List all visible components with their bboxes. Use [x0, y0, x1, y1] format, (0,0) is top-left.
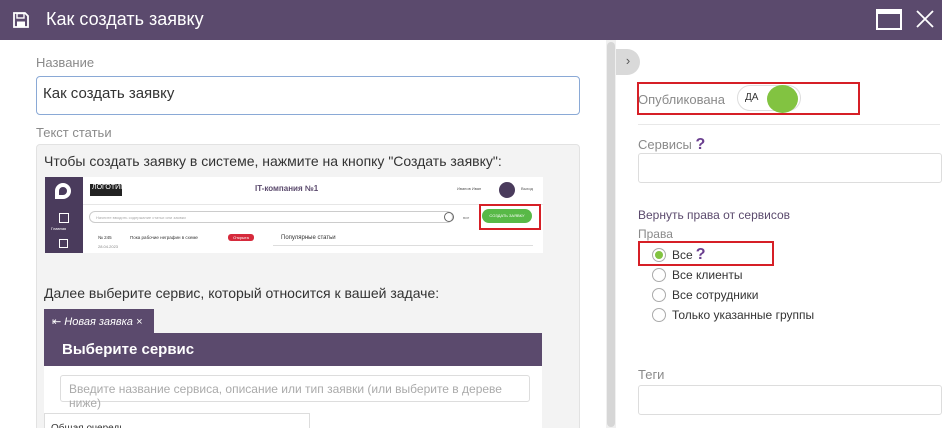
embedded-ticket-date: 28.04.2023	[98, 244, 119, 249]
embedded-tab-label: Новая заявка	[64, 316, 133, 328]
rights-option-label: Все клиенты	[672, 268, 743, 282]
embedded-side-label: Главная	[51, 226, 67, 231]
highlight-rights-all	[638, 241, 774, 266]
close-icon: ×	[132, 316, 143, 328]
search-icon	[444, 212, 454, 222]
embedded-exit-link: Выход	[521, 186, 533, 191]
radio-all-employees[interactable]	[652, 288, 666, 302]
return-rights-label: Вернуть права от сервисов	[638, 208, 791, 222]
avatar-icon	[499, 182, 515, 198]
rights-option-all-employees[interactable]: Все сотрудники	[652, 287, 758, 303]
article-text-label: Текст статьи	[36, 125, 112, 140]
tags-input[interactable]	[638, 385, 942, 415]
title-bar: Как создать заявку	[0, 0, 942, 40]
home-icon	[59, 213, 69, 223]
highlight-published	[637, 82, 860, 115]
embedded-ticket-id: № 245	[98, 235, 112, 240]
article-text-editor[interactable]: Чтобы создать заявку в системе, нажмите …	[36, 144, 580, 428]
maximize-icon[interactable]	[876, 9, 902, 30]
services-label: Сервисы ?	[638, 136, 705, 154]
article-editor-pane: Название Как создать заявку Текст статьи…	[0, 40, 606, 428]
embedded-sidebar: Главная	[45, 177, 83, 253]
embedded-popular-articles: Популярные статьи	[281, 235, 336, 241]
services-input[interactable]	[638, 153, 942, 183]
window-title: Как создать заявку	[46, 9, 204, 29]
embedded-service-search: Введите название сервиса, описание или т…	[60, 375, 530, 410]
embedded-heading: Выберите сервис	[44, 333, 542, 366]
embedded-user-name: Иванов Иван	[457, 186, 482, 191]
highlight-create-button	[479, 204, 541, 230]
document-icon	[59, 239, 68, 248]
radio-all-clients[interactable]	[652, 268, 666, 282]
rights-option-label: Только указанные группы	[672, 308, 815, 322]
embedded-status-badge: Открыта	[228, 234, 254, 241]
divider	[273, 245, 533, 246]
rights-option-all-clients[interactable]: Все клиенты	[652, 267, 743, 283]
article-properties-pane: › Опубликована ДА Сервисы ? Вернуть прав…	[616, 40, 942, 428]
left-pane-scrollbar[interactable]	[606, 40, 616, 428]
embedded-ticket-text: Пока рабочие неграфин в схеме	[130, 235, 198, 240]
radio-specific-groups[interactable]	[652, 308, 666, 322]
tags-label: Теги	[638, 367, 665, 382]
embedded-tab-new-ticket: ⇤ Новая заявка ×	[44, 309, 154, 333]
article-paragraph-1: Чтобы создать заявку в системе, нажмите …	[44, 153, 502, 169]
chevron-right-icon[interactable]: ›	[616, 49, 640, 75]
rights-label: Права	[638, 227, 673, 241]
embedded-search-input: Начните вводить содержание статьи или за…	[89, 211, 453, 223]
embedded-queue-item: Общая очередь	[44, 413, 310, 428]
embedded-company-name: IT-компания №1	[255, 184, 319, 193]
app-logo-icon	[55, 183, 71, 199]
embedded-screenshot-new-ticket: ⇤ Новая заявка × Выберите сервис Введите…	[44, 309, 542, 428]
name-input[interactable]: Как создать заявку	[36, 76, 580, 115]
article-paragraph-2: Далее выберите сервис, который относится…	[44, 285, 440, 301]
services-label-text: Сервисы	[638, 137, 692, 152]
embedded-screenshot-main-page: Главная ЛОГОТИП IT-компания №1 Иванов Ив…	[45, 177, 543, 253]
rights-option-label: Все сотрудники	[672, 288, 759, 302]
help-icon[interactable]: ?	[696, 136, 706, 153]
pin-icon: ⇤	[52, 316, 65, 328]
embedded-logotype: ЛОГОТИП	[90, 184, 125, 196]
close-icon[interactable]	[914, 8, 936, 30]
name-label: Название	[36, 55, 95, 70]
embedded-all-link: все	[463, 215, 470, 220]
divider	[638, 124, 940, 125]
floppy-disk-icon	[13, 12, 29, 28]
scrollbar-thumb[interactable]	[607, 42, 615, 427]
rights-option-specific-groups[interactable]: Только указанные группы	[652, 307, 814, 323]
